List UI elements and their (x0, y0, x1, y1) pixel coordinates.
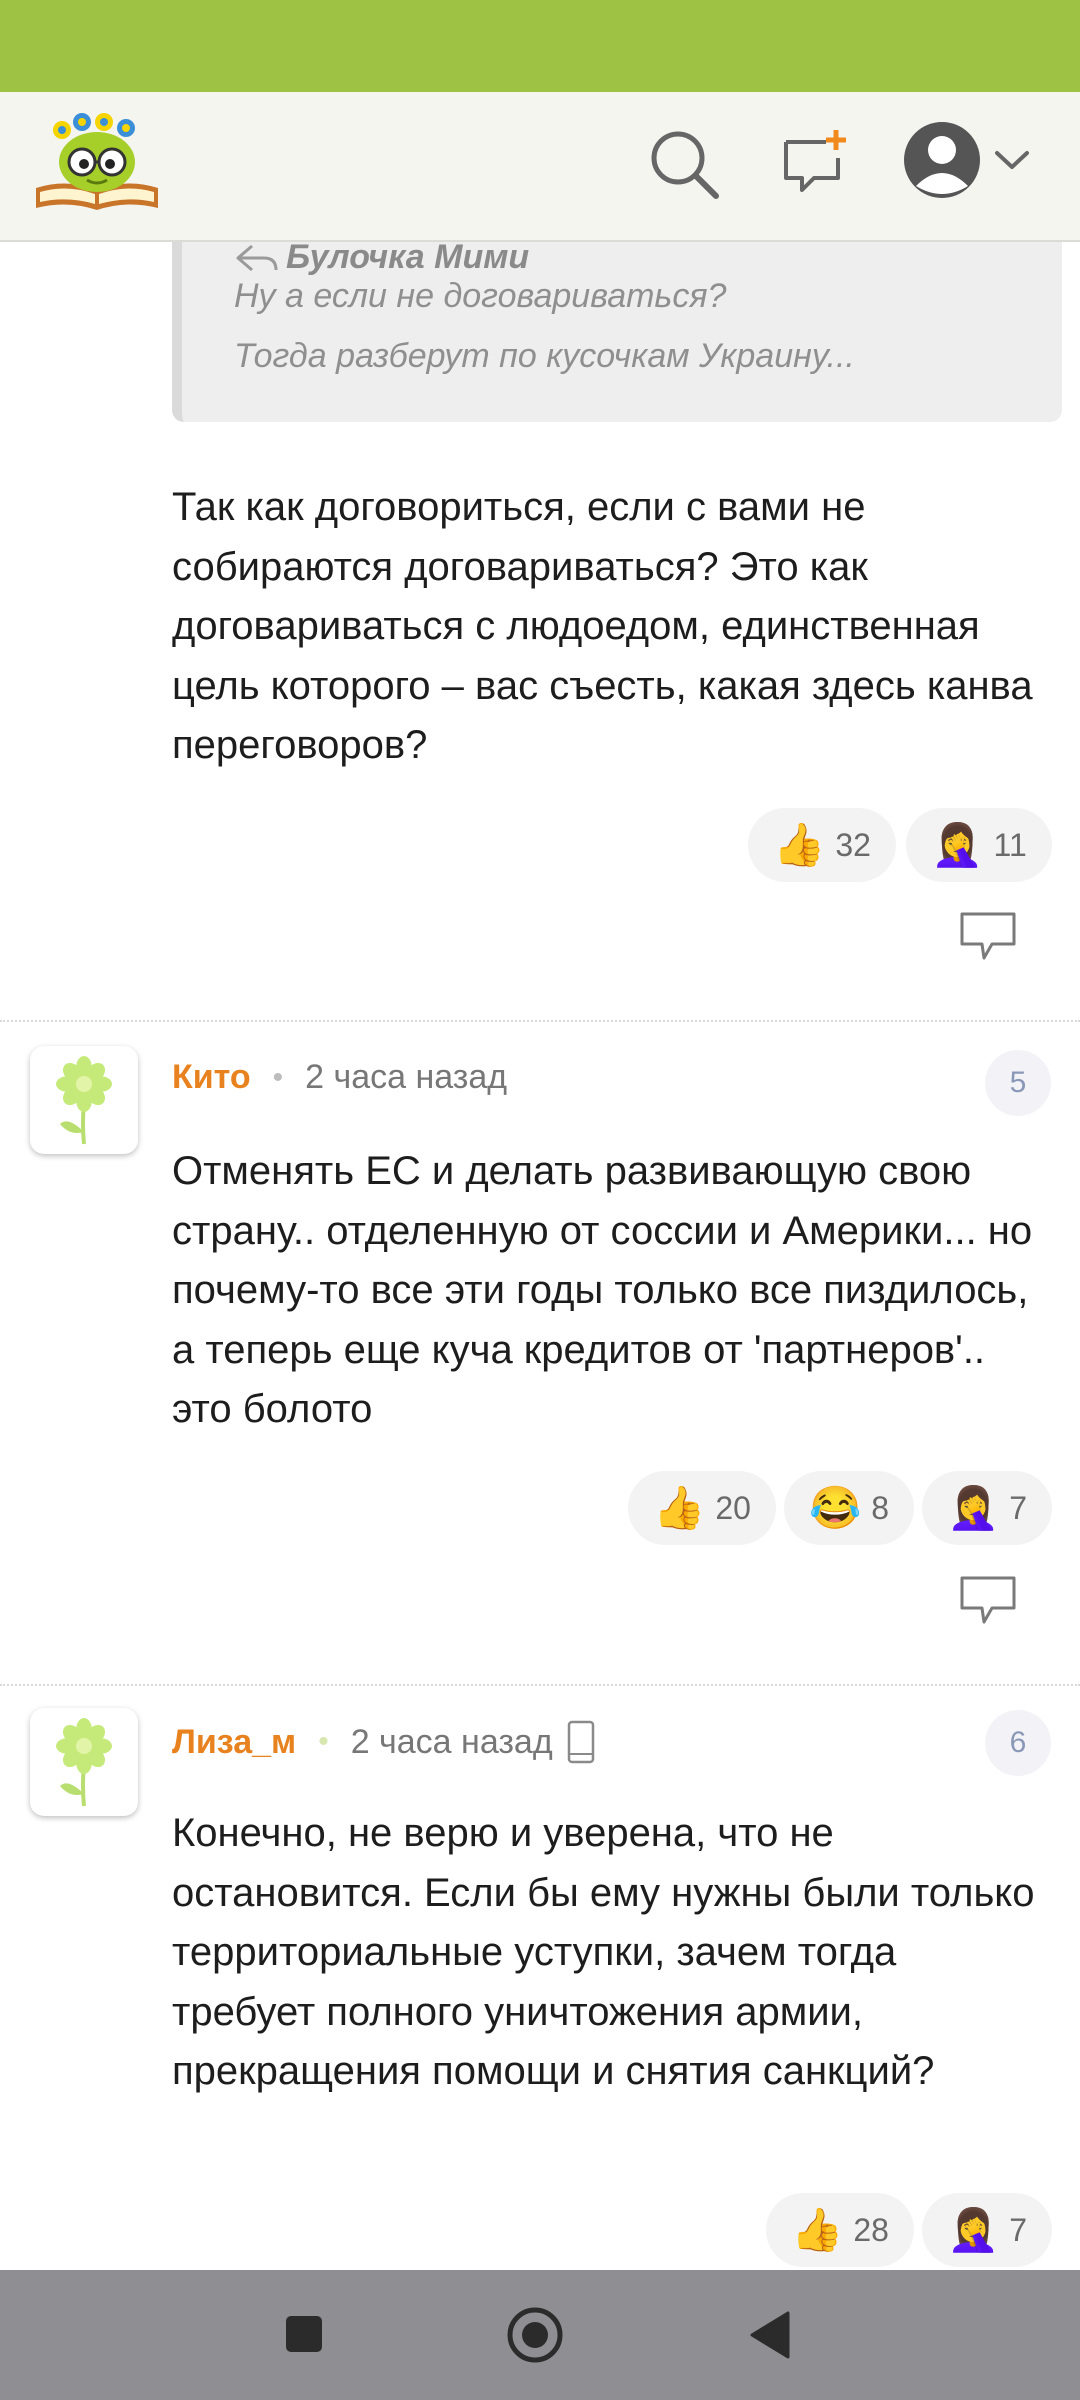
reaction-count: 32 (835, 826, 871, 863)
comment-number-badge: 6 (985, 1710, 1051, 1776)
comment-author[interactable]: Кито (172, 1058, 251, 1097)
reaction-facepalm[interactable]: 🤦‍♀️ 7 (922, 2193, 1052, 2267)
quote-author-name[interactable]: Булочка Мими (286, 242, 529, 277)
comment-time: 2 часа назад (305, 1058, 508, 1096)
reaction-facepalm[interactable]: 🤦‍♀️ 7 (922, 1471, 1052, 1545)
recent-apps-icon[interactable] (284, 2314, 324, 2359)
reaction-count: 28 (853, 2211, 889, 2248)
system-nav-bar (0, 2270, 1080, 2400)
reaction-count: 7 (1009, 2211, 1028, 2248)
comment-number-badge: 5 (985, 1050, 1051, 1116)
search-icon[interactable] (648, 128, 720, 205)
facepalm-icon: 🤦‍♀️ (946, 2206, 1000, 2253)
quote-author: Булочка Мими (234, 242, 529, 277)
comment-meta: Лиза_м • 2 часа назад (172, 1720, 595, 1764)
facepalm-icon: 🤦‍♀️ (931, 821, 984, 868)
reaction-thumbs-up[interactable]: 👍 32 (748, 808, 896, 882)
reaction-facepalm[interactable]: 🤦‍♀️ 11 (906, 808, 1052, 882)
comment-meta: Кито • 2 часа назад (172, 1058, 507, 1097)
comment-text: Отменять ЕС и делать развивающую свою ст… (172, 1149, 1033, 1431)
reaction-count: 20 (715, 1489, 751, 1526)
comment-text: Конечно, не верю и уверена, что не остан… (172, 1811, 1035, 2093)
reaction-count: 7 (1009, 1489, 1028, 1526)
reaction-count: 8 (871, 1489, 890, 1526)
meta-separator: • (318, 1725, 329, 1758)
reply-arrow-icon (236, 244, 278, 271)
avatar[interactable] (30, 1046, 138, 1154)
back-icon[interactable] (748, 2310, 792, 2365)
reply-icon[interactable] (958, 910, 1018, 969)
new-post-icon[interactable] (780, 128, 850, 203)
comment-time: 2 часа назад (350, 1722, 553, 1761)
home-icon[interactable] (506, 2306, 564, 2369)
app-header (0, 92, 1080, 242)
reaction-laughing[interactable]: 😂 8 (784, 1471, 914, 1545)
comment-divider (0, 1684, 1080, 1686)
mobile-device-icon (567, 1720, 595, 1764)
reaction-count: 11 (993, 826, 1027, 863)
reaction-thumbs-up[interactable]: 👍 28 (766, 2193, 914, 2267)
thumbs-up-icon: 👍 (791, 2206, 844, 2253)
chevron-down-icon[interactable] (994, 150, 1030, 177)
quote-line: Тогда разберут по кусочкам Украину... (234, 337, 855, 375)
meta-separator: • (272, 1060, 284, 1094)
profile-avatar-icon[interactable] (902, 120, 982, 205)
thumbs-up-icon: 👍 (773, 821, 826, 868)
reaction-thumbs-up[interactable]: 👍 20 (628, 1471, 776, 1545)
status-bar (0, 0, 1080, 92)
avatar[interactable] (30, 1708, 138, 1816)
bookworm-logo-icon[interactable] (32, 110, 162, 220)
thumbs-up-icon: 👍 (653, 1484, 706, 1531)
comment-author[interactable]: Лиза_м (172, 1723, 296, 1762)
facepalm-icon: 🤦‍♀️ (946, 1484, 1000, 1531)
comment-text: Так как договориться, если с вами не соб… (172, 485, 1033, 767)
reply-icon[interactable] (958, 1574, 1018, 1633)
quoted-comment: Булочка Мими Ну а если не договариваться… (172, 242, 1062, 422)
laughing-icon: 😂 (808, 1484, 862, 1531)
comments-feed[interactable]: Булочка Мими Ну а если не договариваться… (0, 242, 1080, 2270)
quote-line: Ну а если не договариваться? (234, 277, 727, 315)
comment-divider (0, 1020, 1080, 1022)
